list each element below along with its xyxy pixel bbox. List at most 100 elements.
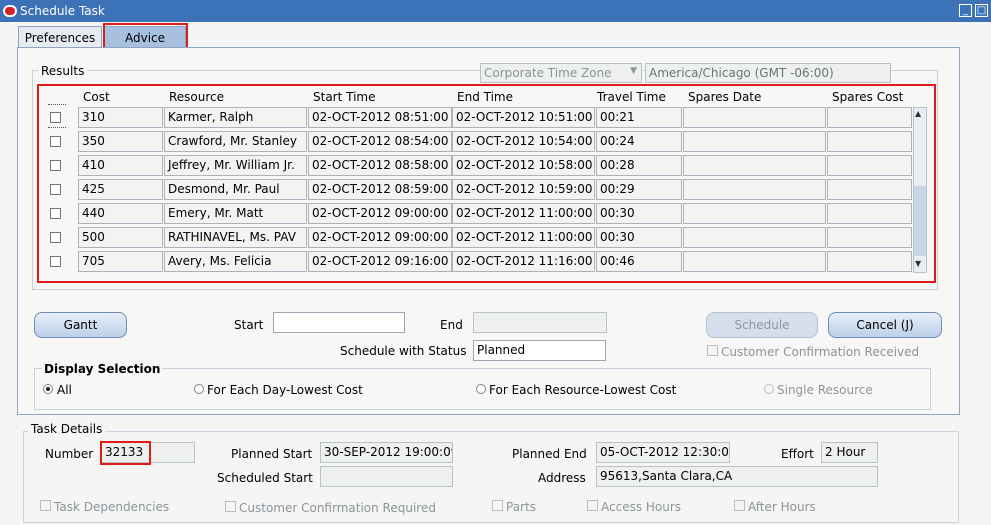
number-highlight [100,441,151,465]
address-field[interactable]: 95613,Santa Clara,CA [596,466,878,487]
scroll-up-icon[interactable]: ▲ [915,109,921,118]
schedule-status-field[interactable]: Planned [473,340,606,361]
effort-field[interactable]: 2 Hour [821,442,878,463]
col-header-resource: Resource [169,90,225,104]
cell-cost[interactable]: 705 [78,251,163,272]
gantt-button[interactable]: Gantt [34,312,127,338]
cell-end-time[interactable]: 02-OCT-2012 11:00:00 [452,227,595,248]
parts-checkbox[interactable] [492,500,503,511]
cell-cost[interactable]: 440 [78,203,163,224]
schedule-button[interactable]: Schedule [706,312,818,338]
cancel-button[interactable]: Cancel (J) [828,312,942,338]
minimize-button[interactable]: _ [959,4,972,17]
cell-cost[interactable]: 425 [78,179,163,200]
cell-resource[interactable]: Desmond, Mr. Paul [164,179,307,200]
cell-spares-cost[interactable] [827,107,912,128]
row-checkbox[interactable] [50,232,61,243]
planned-start-field[interactable]: 30-SEP-2012 19:00:09 [320,442,453,463]
cell-spares-date[interactable] [683,107,826,128]
cell-resource[interactable]: Karmer, Ralph [164,107,307,128]
cell-end-time[interactable]: 02-OCT-2012 10:59:00 [452,179,595,200]
cell-spares-date[interactable] [683,131,826,152]
cell-start-time[interactable]: 02-OCT-2012 08:58:00 [308,155,452,176]
customer-confirmation-required-label: Customer Confirmation Required [239,501,436,515]
cell-end-time[interactable]: 02-OCT-2012 10:51:00 [452,107,595,128]
radio-each-day-lowest-cost[interactable] [194,384,204,394]
cell-spares-cost[interactable] [827,131,912,152]
cell-end-time[interactable]: 02-OCT-2012 11:00:00 [452,203,595,224]
row-checkbox[interactable] [50,208,61,219]
radio-single-resource[interactable] [764,384,774,394]
row-checkbox[interactable] [50,160,61,171]
cell-spares-cost[interactable] [827,155,912,176]
end-field[interactable] [473,312,607,333]
scheduled-start-field[interactable] [320,466,453,487]
cell-travel-time[interactable]: 00:46 [596,251,682,272]
cell-spares-cost[interactable] [827,227,912,248]
cell-resource[interactable]: RATHINAVEL, Ms. PAV [164,227,307,248]
radio-single-resource-label: Single Resource [777,383,873,397]
cell-travel-time[interactable]: 00:28 [596,155,682,176]
cell-travel-time[interactable]: 00:30 [596,203,682,224]
scrollbar-thumb[interactable] [914,186,926,256]
after-hours-checkbox[interactable] [734,500,745,511]
radio-all[interactable] [43,384,53,394]
cell-travel-time[interactable]: 00:30 [596,227,682,248]
cell-spares-cost[interactable] [827,203,912,224]
tab-preferences[interactable]: Preferences [18,26,102,49]
after-hours-label: After Hours [748,500,816,514]
cell-resource[interactable]: Avery, Ms. Felicia [164,251,307,272]
cell-start-time[interactable]: 02-OCT-2012 08:59:00 [308,179,452,200]
planned-end-label: Planned End [512,447,587,461]
timezone-select[interactable]: Corporate Time Zone ▼ [480,63,642,83]
cell-spares-date[interactable] [683,155,826,176]
radio-each-resource-lowest-cost[interactable] [476,384,486,394]
customer-confirmation-required-checkbox[interactable] [225,501,236,512]
cell-spares-date[interactable] [683,251,826,272]
cell-start-time[interactable]: 02-OCT-2012 08:54:00 [308,131,452,152]
cell-travel-time[interactable]: 00:21 [596,107,682,128]
cell-start-time[interactable]: 02-OCT-2012 08:51:00 [308,107,452,128]
cell-cost[interactable]: 500 [78,227,163,248]
cell-spares-date[interactable] [683,203,826,224]
row-checkbox[interactable] [50,112,61,123]
start-field[interactable] [273,312,405,333]
cell-resource[interactable]: Emery, Mr. Matt [164,203,307,224]
title-bar: Schedule Task _ □ [0,0,991,22]
task-dependencies-label: Task Dependencies [54,500,170,514]
access-hours-checkbox[interactable] [587,500,598,511]
number-label: Number [45,447,94,461]
cell-end-time[interactable]: 02-OCT-2012 10:58:00 [452,155,595,176]
planned-start-label: Planned Start [231,447,313,461]
cell-spares-cost[interactable] [827,251,912,272]
cell-spares-date[interactable] [683,227,826,248]
vertical-scrollbar[interactable]: ▲ ▼ [913,107,927,273]
customer-confirmation-received-checkbox[interactable] [707,345,718,356]
task-dependencies-checkbox[interactable] [40,500,51,511]
cell-start-time[interactable]: 02-OCT-2012 09:00:00 [308,227,452,248]
cell-end-time[interactable]: 02-OCT-2012 10:54:00 [452,131,595,152]
cell-resource[interactable]: Crawford, Mr. Stanley [164,131,307,152]
scroll-down-icon[interactable]: ▼ [915,259,921,268]
maximize-button[interactable]: □ [975,4,988,17]
cell-cost[interactable]: 410 [78,155,163,176]
cell-start-time[interactable]: 02-OCT-2012 09:00:00 [308,203,452,224]
col-header-end-time: End Time [457,90,513,104]
cell-cost[interactable]: 310 [78,107,163,128]
cell-spares-cost[interactable] [827,179,912,200]
row-checkbox[interactable] [50,136,61,147]
col-header-spares-cost: Spares Cost [832,90,904,104]
cell-spares-date[interactable] [683,179,826,200]
cell-end-time[interactable]: 02-OCT-2012 11:16:00 [452,251,595,272]
results-group-label: Results [38,64,88,78]
cell-travel-time[interactable]: 00:24 [596,131,682,152]
row-checkbox[interactable] [50,256,61,267]
cell-start-time[interactable]: 02-OCT-2012 09:16:00 [308,251,452,272]
cell-resource[interactable]: Jeffrey, Mr. William Jr. [164,155,307,176]
cell-cost[interactable]: 350 [78,131,163,152]
access-hours-label: Access Hours [601,500,682,514]
cell-travel-time[interactable]: 00:29 [596,179,682,200]
chevron-down-icon: ▼ [630,66,637,76]
planned-end-field[interactable]: 05-OCT-2012 12:30:00 [596,442,730,463]
row-checkbox[interactable] [50,184,61,195]
